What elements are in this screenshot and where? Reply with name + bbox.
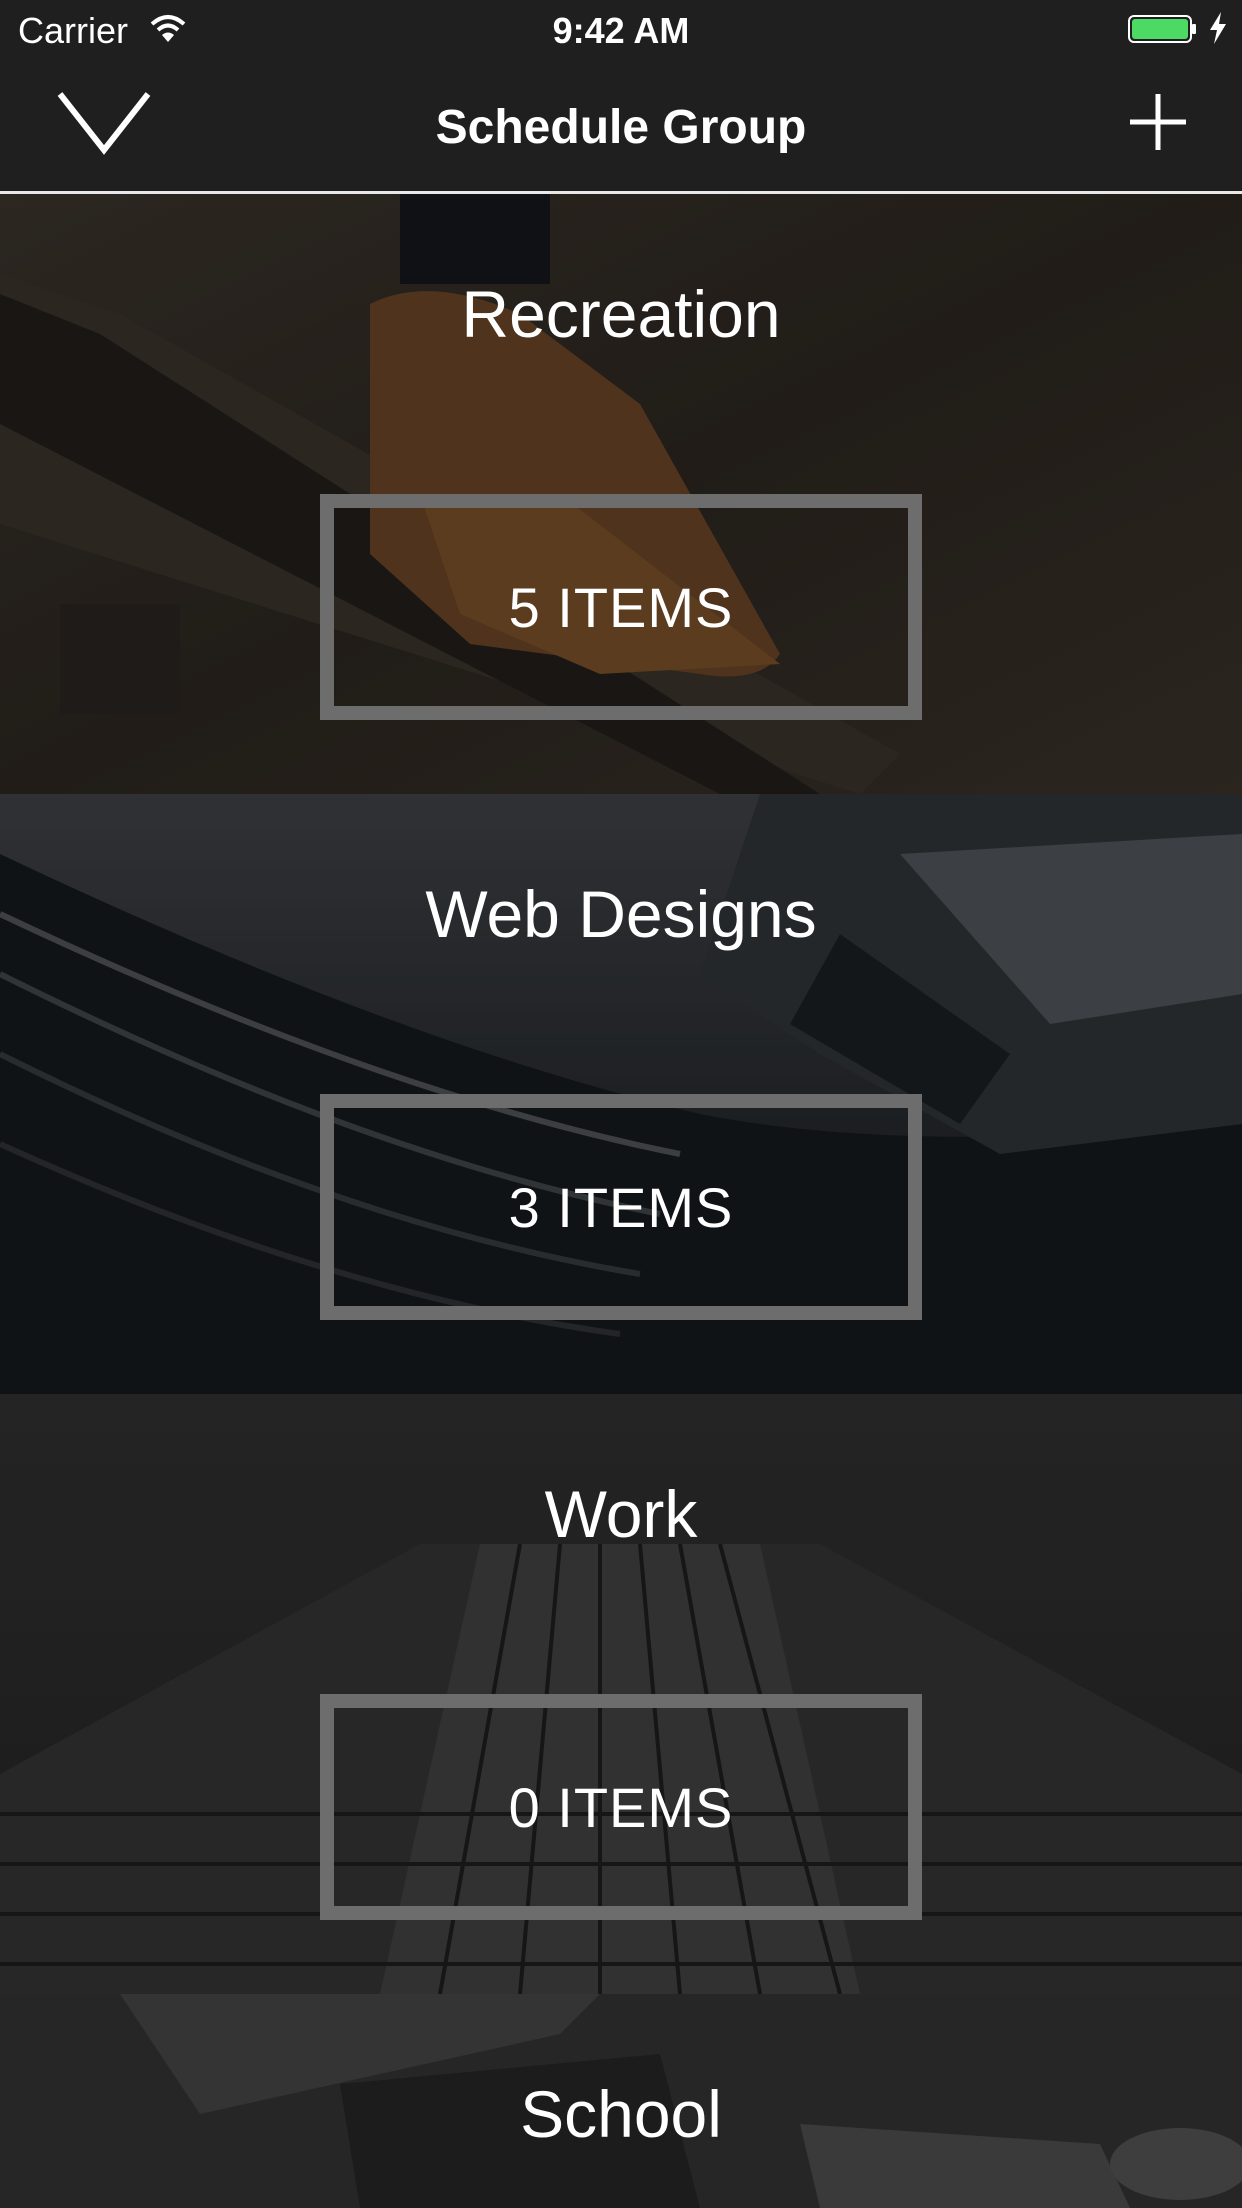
- plus-icon[interactable]: [1128, 92, 1188, 152]
- group-count: 0 ITEMS: [508, 1775, 734, 1839]
- group-title: Work: [544, 1477, 698, 1551]
- group-title: Web Designs: [425, 877, 817, 951]
- page-title: Schedule Group: [435, 101, 807, 154]
- group-title: Recreation: [461, 277, 781, 351]
- group-title: School: [520, 2077, 722, 2151]
- charging-bolt-icon: [1210, 12, 1226, 44]
- group-card-web-designs[interactable]: Web Designs 3 ITEMS: [0, 794, 1242, 1394]
- group-card-work[interactable]: Work 0 ITEMS: [0, 1394, 1242, 1994]
- status-time: 9:42 AM: [552, 10, 690, 51]
- group-count-box[interactable]: 3 ITEMS: [320, 1094, 922, 1320]
- status-bar: Carrier 9:42 AM: [0, 0, 1242, 60]
- battery-icon: [1128, 15, 1196, 43]
- group-count: 3 ITEMS: [508, 1175, 734, 1239]
- nav-bar: Schedule Group: [0, 60, 1242, 194]
- group-card-recreation[interactable]: Recreation 5 ITEMS: [0, 194, 1242, 794]
- group-card-school[interactable]: School: [0, 1994, 1242, 2208]
- group-count-box[interactable]: 0 ITEMS: [320, 1694, 922, 1920]
- group-count-box[interactable]: 5 ITEMS: [320, 494, 922, 720]
- group-count: 5 ITEMS: [508, 575, 734, 639]
